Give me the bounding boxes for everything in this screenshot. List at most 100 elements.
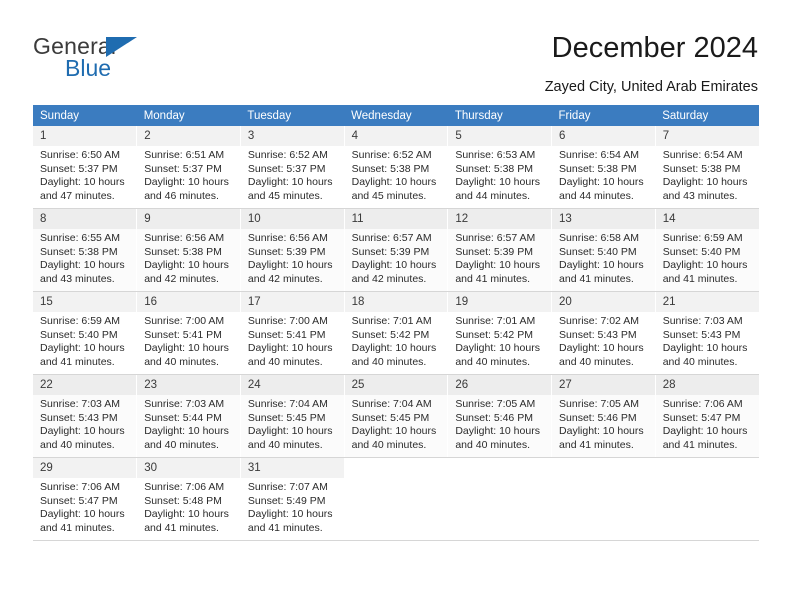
day-info: Sunrise: 7:01 AM Sunset: 5:42 PM Daylight:… <box>345 312 448 369</box>
daylight-text-line1: Daylight: 10 hours <box>455 342 540 355</box>
calendar-day-cell[interactable]: 7 Sunrise: 6:54 AM Sunset: 5:38 PM Daylight… <box>655 126 759 209</box>
calendar-day-cell[interactable]: 24 Sunrise: 7:04 AM Sunset: 5:45 PM Dayligh… <box>240 374 345 458</box>
day-number: 9 <box>137 209 240 229</box>
calendar-empty-cell <box>551 457 656 541</box>
calendar-day-cell[interactable]: 30 Sunrise: 7:06 AM Sunset: 5:48 PM Dayligh… <box>136 457 241 541</box>
daylight-text-line1: Daylight: 10 hours <box>662 176 748 189</box>
daylight-text-line1: Daylight: 10 hours <box>351 342 437 355</box>
calendar-day-cell[interactable]: 25 Sunrise: 7:04 AM Sunset: 5:45 PM Dayligh… <box>344 374 449 458</box>
daylight-text-line2: and 41 minutes. <box>662 438 738 451</box>
calendar-day-cell[interactable]: 6 Sunrise: 6:54 AM Sunset: 5:38 PM Daylight… <box>551 126 656 209</box>
sunrise-text: Sunrise: 7:05 AM <box>455 398 536 410</box>
sunrise-text: Sunrise: 6:54 AM <box>559 149 639 161</box>
day-number: 27 <box>552 375 655 395</box>
calendar-day-cell[interactable]: 10 Sunrise: 6:56 AM Sunset: 5:39 PM Dayligh… <box>240 208 345 292</box>
sunset-text: Sunset: 5:39 PM <box>351 245 430 258</box>
calendar-day-cell[interactable]: 20 Sunrise: 7:02 AM Sunset: 5:43 PM Dayligh… <box>551 291 656 375</box>
calendar-day-cell[interactable]: 11 Sunrise: 6:57 AM Sunset: 5:39 PM Dayligh… <box>344 208 449 292</box>
daylight-text-line2: and 43 minutes. <box>40 272 115 285</box>
calendar-day-cell[interactable]: 26 Sunrise: 7:05 AM Sunset: 5:46 PM Dayligh… <box>447 374 553 458</box>
calendar-day-cell[interactable]: 17 Sunrise: 7:00 AM Sunset: 5:41 PM Dayligh… <box>240 291 345 375</box>
triangle-icon <box>106 37 137 57</box>
calendar-day-cell[interactable]: 23 Sunrise: 7:03 AM Sunset: 5:44 PM Dayligh… <box>136 374 241 458</box>
sunset-text: Sunset: 5:38 PM <box>662 162 741 175</box>
daylight-text-line2: and 40 minutes. <box>247 438 323 451</box>
calendar-day-cell[interactable]: 28 Sunrise: 7:06 AM Sunset: 5:47 PM Dayligh… <box>655 374 759 458</box>
daylight-text-line2: and 40 minutes. <box>144 355 219 368</box>
calendar-day-cell[interactable]: 4 Sunrise: 6:52 AM Sunset: 5:38 PM Daylight… <box>344 126 449 209</box>
sunrise-text: Sunrise: 6:52 AM <box>351 149 432 161</box>
calendar-day-cell[interactable]: 1 Sunrise: 6:50 AM Sunset: 5:37 PM Daylight… <box>33 126 138 209</box>
day-number: 26 <box>448 375 552 395</box>
daylight-text-line1: Daylight: 10 hours <box>351 425 437 438</box>
calendar-day-cell[interactable]: 3 Sunrise: 6:52 AM Sunset: 5:37 PM Daylight… <box>240 126 345 209</box>
sunset-text: Sunset: 5:43 PM <box>40 411 118 424</box>
day-number: 11 <box>344 209 448 229</box>
day-number: 22 <box>33 375 137 395</box>
daylight-text-line1: Daylight: 10 hours <box>662 259 748 272</box>
calendar-day-cell[interactable]: 5 Sunrise: 6:53 AM Sunset: 5:38 PM Daylight… <box>447 126 553 209</box>
weekday-header-tuesday: Tuesday <box>240 105 345 126</box>
day-number: 24 <box>240 375 344 395</box>
daylight-text-line1: Daylight: 10 hours <box>455 259 540 272</box>
daylight-text-line2: and 40 minutes. <box>662 355 738 368</box>
day-number: 3 <box>240 126 344 146</box>
daylight-text-line1: Daylight: 10 hours <box>559 425 644 438</box>
daylight-text-line2: and 41 minutes. <box>662 272 738 285</box>
daylight-text-line1: Daylight: 10 hours <box>559 342 644 355</box>
day-info: Sunrise: 6:59 AM Sunset: 5:40 PM Daylight:… <box>33 312 136 369</box>
daylight-text-line2: and 40 minutes. <box>351 355 427 368</box>
day-number: 29 <box>33 458 137 478</box>
calendar-day-cell[interactable]: 2 Sunrise: 6:51 AM Sunset: 5:37 PM Daylight… <box>136 126 241 209</box>
sunrise-text: Sunrise: 6:56 AM <box>144 232 225 244</box>
daylight-text-line1: Daylight: 10 hours <box>455 176 540 189</box>
calendar-day-cell[interactable]: 18 Sunrise: 7:01 AM Sunset: 5:42 PM Dayligh… <box>344 291 449 375</box>
calendar-week-row: 22 Sunrise: 7:03 AM Sunset: 5:43 PM Dayligh… <box>33 374 759 458</box>
sunset-text: Sunset: 5:49 PM <box>247 494 326 507</box>
sunset-text: Sunset: 5:38 PM <box>455 162 533 175</box>
calendar-day-cell[interactable]: 22 Sunrise: 7:03 AM Sunset: 5:43 PM Dayligh… <box>33 374 138 458</box>
day-number <box>448 458 551 466</box>
day-info: Sunrise: 6:59 AM Sunset: 5:40 PM Daylight:… <box>656 229 759 286</box>
weekday-header-thursday: Thursday <box>447 105 552 126</box>
day-info: Sunrise: 6:53 AM Sunset: 5:38 PM Daylight:… <box>448 146 551 203</box>
daylight-text-line1: Daylight: 10 hours <box>144 259 229 272</box>
calendar-day-cell[interactable]: 15 Sunrise: 6:59 AM Sunset: 5:40 PM Dayligh… <box>33 291 138 375</box>
day-number <box>345 458 448 466</box>
day-info: Sunrise: 6:51 AM Sunset: 5:37 PM Daylight:… <box>137 146 240 203</box>
calendar-day-cell[interactable]: 19 Sunrise: 7:01 AM Sunset: 5:42 PM Dayligh… <box>447 291 553 375</box>
calendar-day-cell[interactable]: 14 Sunrise: 6:59 AM Sunset: 5:40 PM Dayligh… <box>655 208 759 292</box>
daylight-text-line1: Daylight: 10 hours <box>40 176 125 189</box>
day-info: Sunrise: 7:04 AM Sunset: 5:45 PM Daylight:… <box>345 395 448 452</box>
day-info: Sunrise: 7:00 AM Sunset: 5:41 PM Daylight:… <box>137 312 240 369</box>
sunset-text: Sunset: 5:47 PM <box>40 494 118 507</box>
day-info: Sunrise: 7:00 AM Sunset: 5:41 PM Daylight:… <box>241 312 344 369</box>
daylight-text-line1: Daylight: 10 hours <box>559 176 644 189</box>
calendar-day-cell[interactable]: 8 Sunrise: 6:55 AM Sunset: 5:38 PM Daylight… <box>33 208 138 292</box>
calendar-day-cell[interactable]: 31 Sunrise: 7:07 AM Sunset: 5:49 PM Dayligh… <box>240 457 345 541</box>
sunrise-text: Sunrise: 6:59 AM <box>662 232 743 244</box>
sunrise-text: Sunrise: 6:59 AM <box>40 315 120 327</box>
sunrise-text: Sunrise: 6:51 AM <box>144 149 225 161</box>
general-blue-logo[interactable]: General Blue <box>33 33 253 85</box>
sunset-text: Sunset: 5:40 PM <box>559 245 637 258</box>
sunset-text: Sunset: 5:48 PM <box>144 494 222 507</box>
daylight-text-line1: Daylight: 10 hours <box>40 508 125 521</box>
calendar-header-row: Sunday Monday Tuesday Wednesday Thursday… <box>33 105 759 126</box>
day-number: 10 <box>240 209 344 229</box>
calendar-day-cell[interactable]: 16 Sunrise: 7:00 AM Sunset: 5:41 PM Dayligh… <box>136 291 241 375</box>
sunset-text: Sunset: 5:46 PM <box>559 411 637 424</box>
daylight-text-line2: and 42 minutes. <box>351 272 427 285</box>
sunrise-text: Sunrise: 7:00 AM <box>144 315 225 327</box>
calendar-day-cell[interactable]: 9 Sunrise: 6:56 AM Sunset: 5:38 PM Daylight… <box>136 208 241 292</box>
calendar-day-cell[interactable]: 27 Sunrise: 7:05 AM Sunset: 5:46 PM Dayligh… <box>551 374 656 458</box>
daylight-text-line1: Daylight: 10 hours <box>455 425 540 438</box>
day-number <box>656 458 759 466</box>
calendar-day-cell[interactable]: 29 Sunrise: 7:06 AM Sunset: 5:47 PM Dayligh… <box>33 457 138 541</box>
daylight-text-line1: Daylight: 10 hours <box>662 425 748 438</box>
day-number: 25 <box>344 375 448 395</box>
calendar-day-cell[interactable]: 12 Sunrise: 6:57 AM Sunset: 5:39 PM Dayligh… <box>447 208 553 292</box>
daylight-text-line2: and 47 minutes. <box>40 189 115 202</box>
calendar-day-cell[interactable]: 21 Sunrise: 7:03 AM Sunset: 5:43 PM Dayligh… <box>655 291 759 375</box>
calendar-day-cell[interactable]: 13 Sunrise: 6:58 AM Sunset: 5:40 PM Dayligh… <box>551 208 656 292</box>
